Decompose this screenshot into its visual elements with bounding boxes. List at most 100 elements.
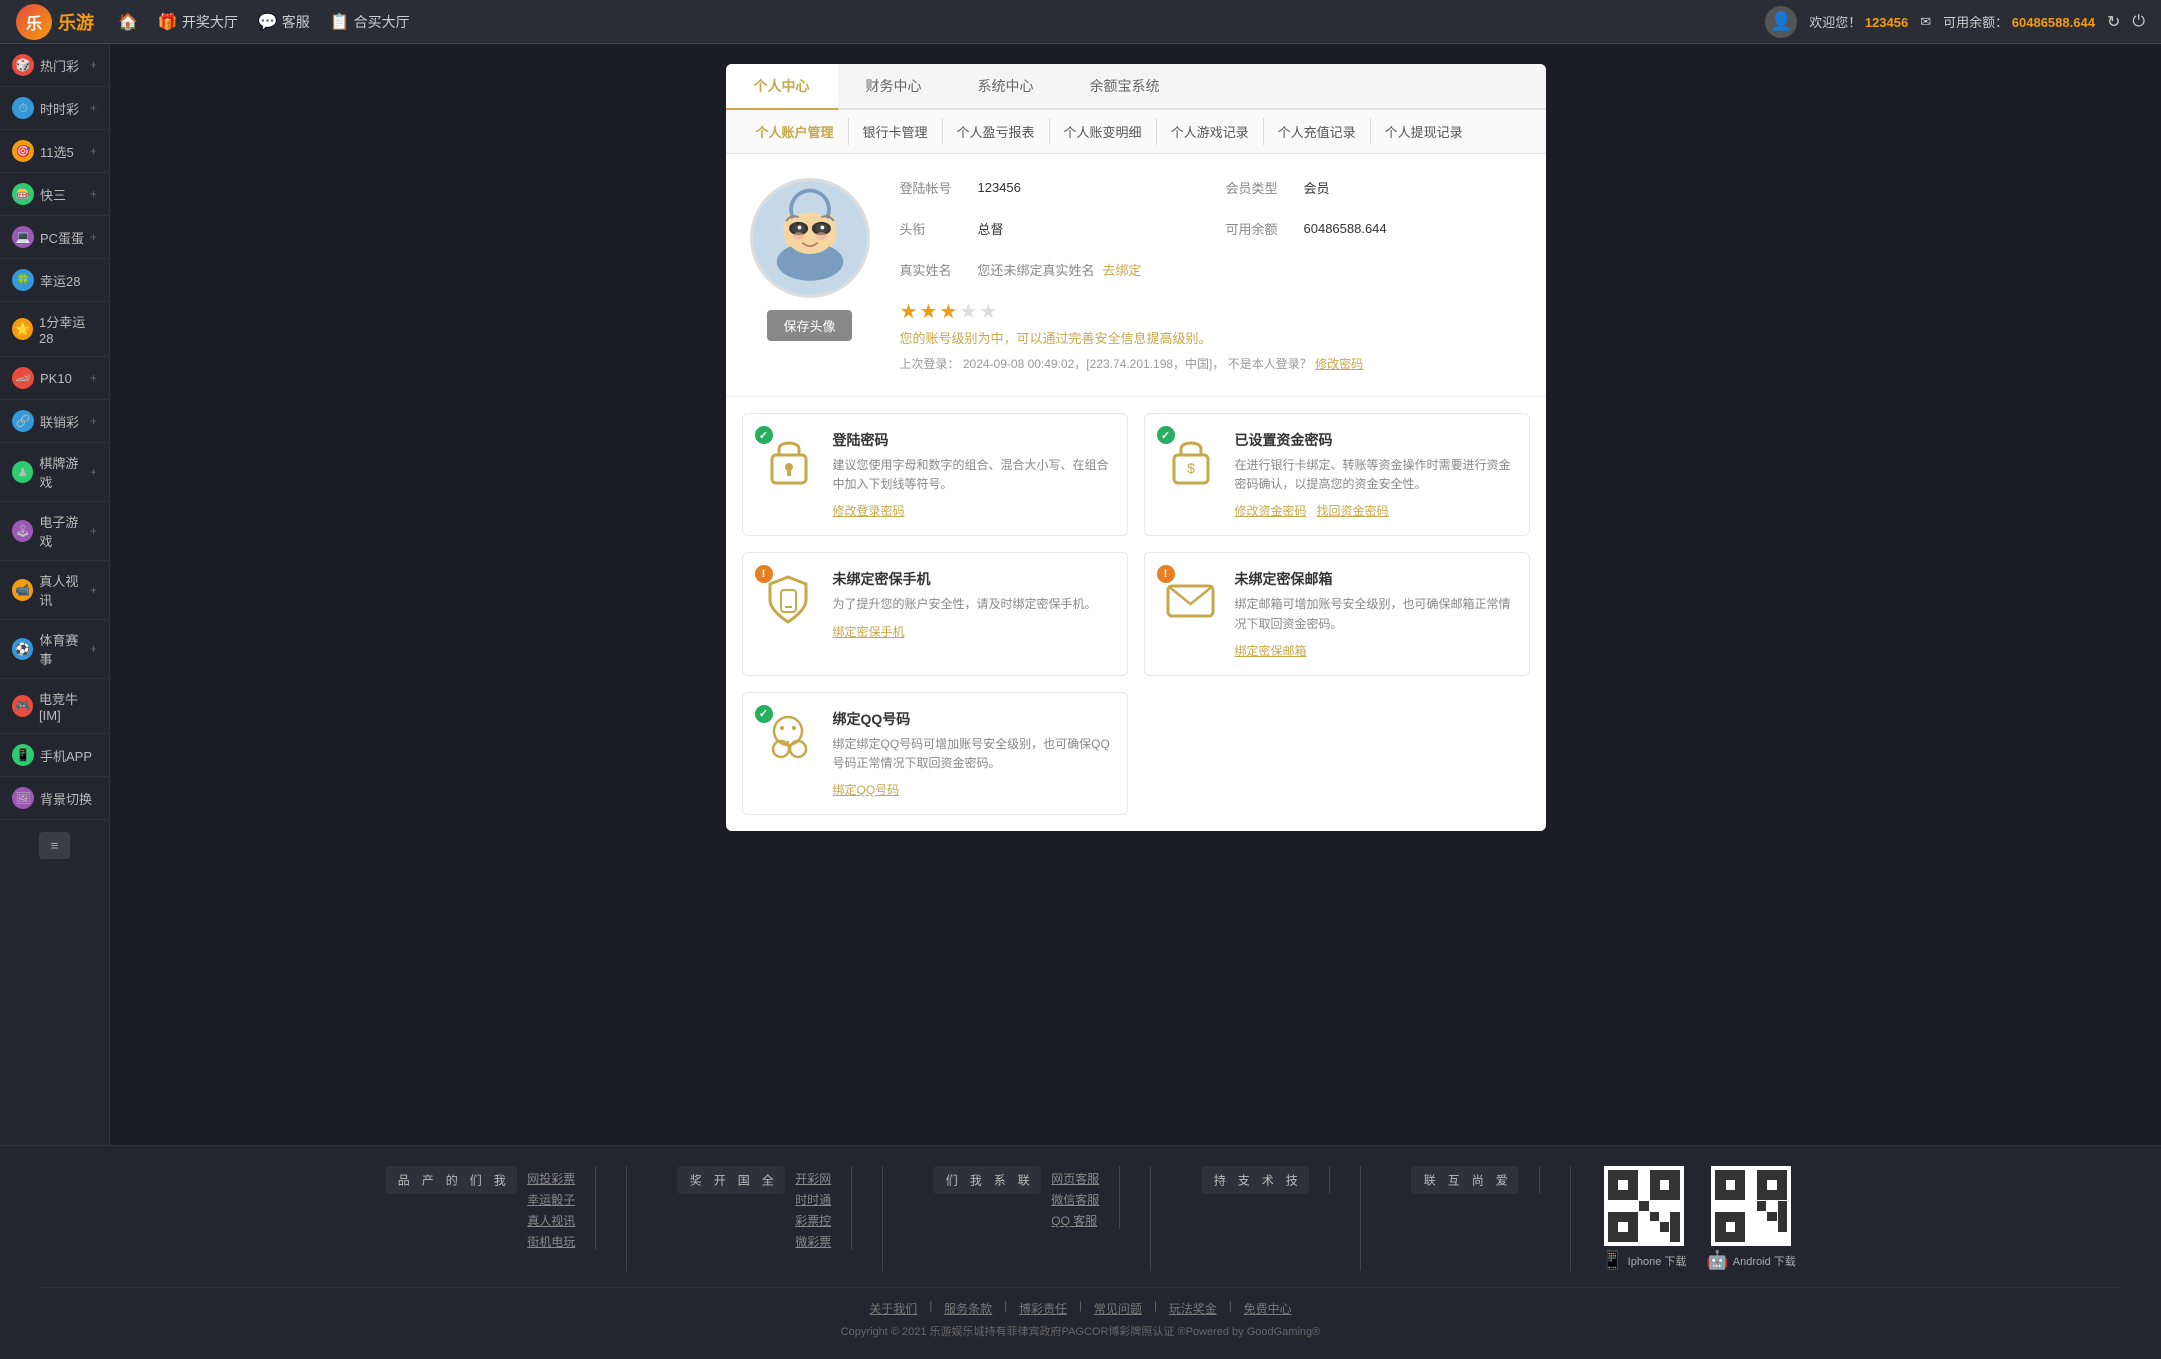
sidebar-item-kuaisan[interactable]: 🎰 快三 + — [0, 173, 109, 216]
footer-divider-1 — [626, 1166, 627, 1271]
expand-icon-pk10: + — [90, 371, 97, 385]
subtab-game-record[interactable]: 个人游戏记录 — [1157, 118, 1264, 145]
footer-link-wechat[interactable]: 微信客服 — [1051, 1191, 1099, 1208]
footer-link-wangtoucai[interactable]: 网投彩票 — [527, 1170, 575, 1187]
nav-lottery[interactable]: 🎁 开奖大厅 — [158, 12, 238, 32]
nav-home[interactable]: 🏠 — [118, 12, 138, 32]
expand-icon-11x5: + — [90, 144, 97, 158]
sidebar-item-timecai[interactable]: ⏱ 时时彩 + — [0, 87, 109, 130]
footer-link-kaicaiwang[interactable]: 开彩网 — [795, 1170, 831, 1187]
footer-responsibility-link[interactable]: 博彩责任 — [1019, 1300, 1067, 1317]
profile-section: 保存头像 登陆帐号 123456 会员类型 会员 头衔 — [726, 154, 1546, 397]
nav-service[interactable]: 💬 客服 — [258, 12, 310, 32]
hotlottery-icon: 🎲 — [12, 54, 34, 76]
sidebar-item-11x5[interactable]: 🎯 11选5 + — [0, 130, 109, 173]
footer-link-qq[interactable]: QQ 客服 — [1051, 1212, 1099, 1229]
change-login-pwd-link[interactable]: 修改登录密码 — [833, 502, 905, 519]
fund-pwd-content: 已设置资金密码 在进行银行卡绑定、转账等资金操作时需要进行资金密码确认，以提高您… — [1235, 430, 1513, 519]
footer-bonus-link[interactable]: 玩法奖金 — [1169, 1300, 1217, 1317]
level-label: 头衔 — [900, 219, 970, 238]
tab-balance-system[interactable]: 余额宝系统 — [1062, 64, 1188, 110]
last-login-detail: 2024-09-08 00:49:02，[223.74.201.198，中国] — [963, 357, 1213, 371]
live-icon: 📹 — [12, 579, 33, 601]
save-avatar-button[interactable]: 保存头像 — [767, 310, 851, 341]
footer-link-arcade[interactable]: 街机电玩 — [527, 1233, 575, 1250]
sidebar-item-background[interactable]: 🖼 背景切换 — [0, 777, 109, 820]
subtab-topup-record[interactable]: 个人充值记录 — [1264, 118, 1371, 145]
qr-android-label: Android 下载 — [1733, 1253, 1796, 1269]
email-status-badge: ! — [1157, 565, 1175, 583]
security-card-fund-pwd: $ ✓ 已设置资金密码 在进行银行卡绑定、转账等资金操作时需要进行资金密码确认，… — [1144, 413, 1530, 536]
subtab-account-detail[interactable]: 个人账变明细 — [1050, 118, 1157, 145]
sidebar-item-egames[interactable]: 🕹 电子游戏 + — [0, 502, 109, 561]
sidebar-item-live[interactable]: 📹 真人视讯 + — [0, 561, 109, 620]
qr-ios-image — [1604, 1166, 1684, 1246]
mail-icon[interactable]: ✉ — [1920, 14, 1931, 30]
footer-link-shishitong[interactable]: 时时通 — [795, 1191, 831, 1208]
sidebar-item-sports[interactable]: ⚽ 体育赛事 + — [0, 620, 109, 679]
tab-personal-center[interactable]: 个人中心 — [726, 64, 838, 110]
footer-link-caipiaokong[interactable]: 彩票控 — [795, 1212, 831, 1229]
svg-text:$: $ — [1187, 460, 1195, 476]
sidebar-item-lianxiao[interactable]: 🔗 联销彩 + — [0, 400, 109, 443]
footer-bottom-links: 关于我们 | 服务条款 | 博彩责任 | 常见问题 | 玩法奖金 | 免费中心 — [40, 1300, 2121, 1317]
1min28-icon: ⭐ — [12, 318, 33, 340]
mobile-icon-wrap: ! — [759, 569, 819, 629]
bind-mobile-link[interactable]: 绑定密保手机 — [833, 623, 905, 640]
footer-link-webservice[interactable]: 网页客服 — [1051, 1170, 1099, 1187]
qr-ios: 📱 Iphone 下载 — [1601, 1166, 1686, 1271]
background-icon: 🖼 — [12, 787, 34, 809]
refresh-balance-button[interactable]: ↻ — [2107, 12, 2120, 32]
sidebar-item-mobileapp[interactable]: 📱 手机APP — [0, 734, 109, 777]
footer-contact-label: 联 系 我 们 — [933, 1166, 1041, 1194]
sidebar: 🎲 热门彩 + ⏱ 时时彩 + 🎯 11选5 + 🎰 快三 + — [0, 44, 110, 1145]
mobileapp-icon: 📱 — [12, 744, 34, 766]
subtab-account-manage[interactable]: 个人账户管理 — [742, 118, 849, 145]
change-pwd-link[interactable]: 修改密码 — [1315, 357, 1363, 371]
subtab-withdraw-record[interactable]: 个人提现记录 — [1371, 118, 1477, 145]
tab-finance-center[interactable]: 财务中心 — [838, 64, 950, 110]
sidebar-item-esports[interactable]: 🎮 电竞牛[IM] — [0, 679, 109, 734]
real-name-link[interactable]: 去绑定 — [1103, 260, 1142, 279]
expand-icon-timecai: + — [90, 101, 97, 115]
sidebar-toggle-button[interactable]: ≡ — [39, 832, 71, 859]
retrieve-fund-pwd-link[interactable]: 找回资金密码 — [1317, 502, 1389, 519]
main-content: 个人中心 财务中心 系统中心 余额宝系统 个人账户管理 银行卡管理 个人盈亏报表… — [110, 44, 2161, 1145]
member-type-value: 会员 — [1304, 178, 1330, 197]
tab-system-center[interactable]: 系统中心 — [950, 64, 1062, 110]
security-stars: ★ ★ ★ ★ ★ — [900, 299, 1522, 324]
bind-qq-link[interactable]: 绑定QQ号码 — [833, 781, 900, 798]
sidebar-item-chess[interactable]: ♟ 棋牌游戏 + — [0, 443, 109, 502]
sidebar-item-hotlottery[interactable]: 🎲 热门彩 + — [0, 44, 109, 87]
sidebar-item-xingyu28[interactable]: 🍀 幸运28 — [0, 259, 109, 302]
sidebar-item-pcdandan[interactable]: 💻 PC蛋蛋 + — [0, 216, 109, 259]
star-1: ★ — [900, 299, 918, 324]
xingyu28-icon: 🍀 — [12, 269, 34, 291]
sidebar-item-1min28[interactable]: ⭐ 1分幸运28 — [0, 302, 109, 357]
service-icon: 💬 — [258, 12, 278, 32]
mobile-links: 绑定密保手机 — [833, 623, 1111, 640]
login-pwd-links: 修改登录密码 — [833, 502, 1111, 519]
subtab-bankcard[interactable]: 银行卡管理 — [849, 118, 943, 145]
footer-about-link[interactable]: 关于我们 — [869, 1300, 917, 1317]
footer-faq-link[interactable]: 常见问题 — [1094, 1300, 1142, 1317]
pcdandan-icon: 💻 — [12, 226, 34, 248]
subtab-pnl-report[interactable]: 个人盈亏报表 — [943, 118, 1050, 145]
layout: 🎲 热门彩 + ⏱ 时时彩 + 🎯 11选5 + 🎰 快三 + — [0, 44, 2161, 1145]
nav-hall[interactable]: 📋 合买大厅 — [330, 12, 410, 32]
real-name-label: 真实姓名 — [900, 260, 970, 279]
logout-button[interactable]: ⏻ — [2132, 13, 2145, 31]
footer-link-weicaipiao[interactable]: 微彩票 — [795, 1233, 831, 1250]
sidebar-item-pk10[interactable]: 🏎 PK10 + — [0, 357, 109, 400]
expand-icon-lianxiao: + — [90, 414, 97, 428]
footer-link-live[interactable]: 真人视讯 — [527, 1212, 575, 1229]
footer-terms-link[interactable]: 服务条款 — [944, 1300, 992, 1317]
footer-free-link[interactable]: 免费中心 — [1244, 1300, 1292, 1317]
balance-amount: 60486588.644 — [2012, 15, 2095, 30]
user-avatar — [750, 178, 870, 298]
footer-link-xingyu[interactable]: 幸运骰子 — [527, 1191, 575, 1208]
security-grid: ✓ 登陆密码 建议您使用字母和数字的组合、混合大小写、在组合中加入下划线等符号。… — [726, 397, 1546, 831]
bind-email-link[interactable]: 绑定密保邮箱 — [1235, 642, 1307, 659]
change-fund-pwd-link[interactable]: 修改资金密码 — [1235, 502, 1307, 519]
footer-tech-label: 技 术 支 持 — [1201, 1166, 1309, 1194]
